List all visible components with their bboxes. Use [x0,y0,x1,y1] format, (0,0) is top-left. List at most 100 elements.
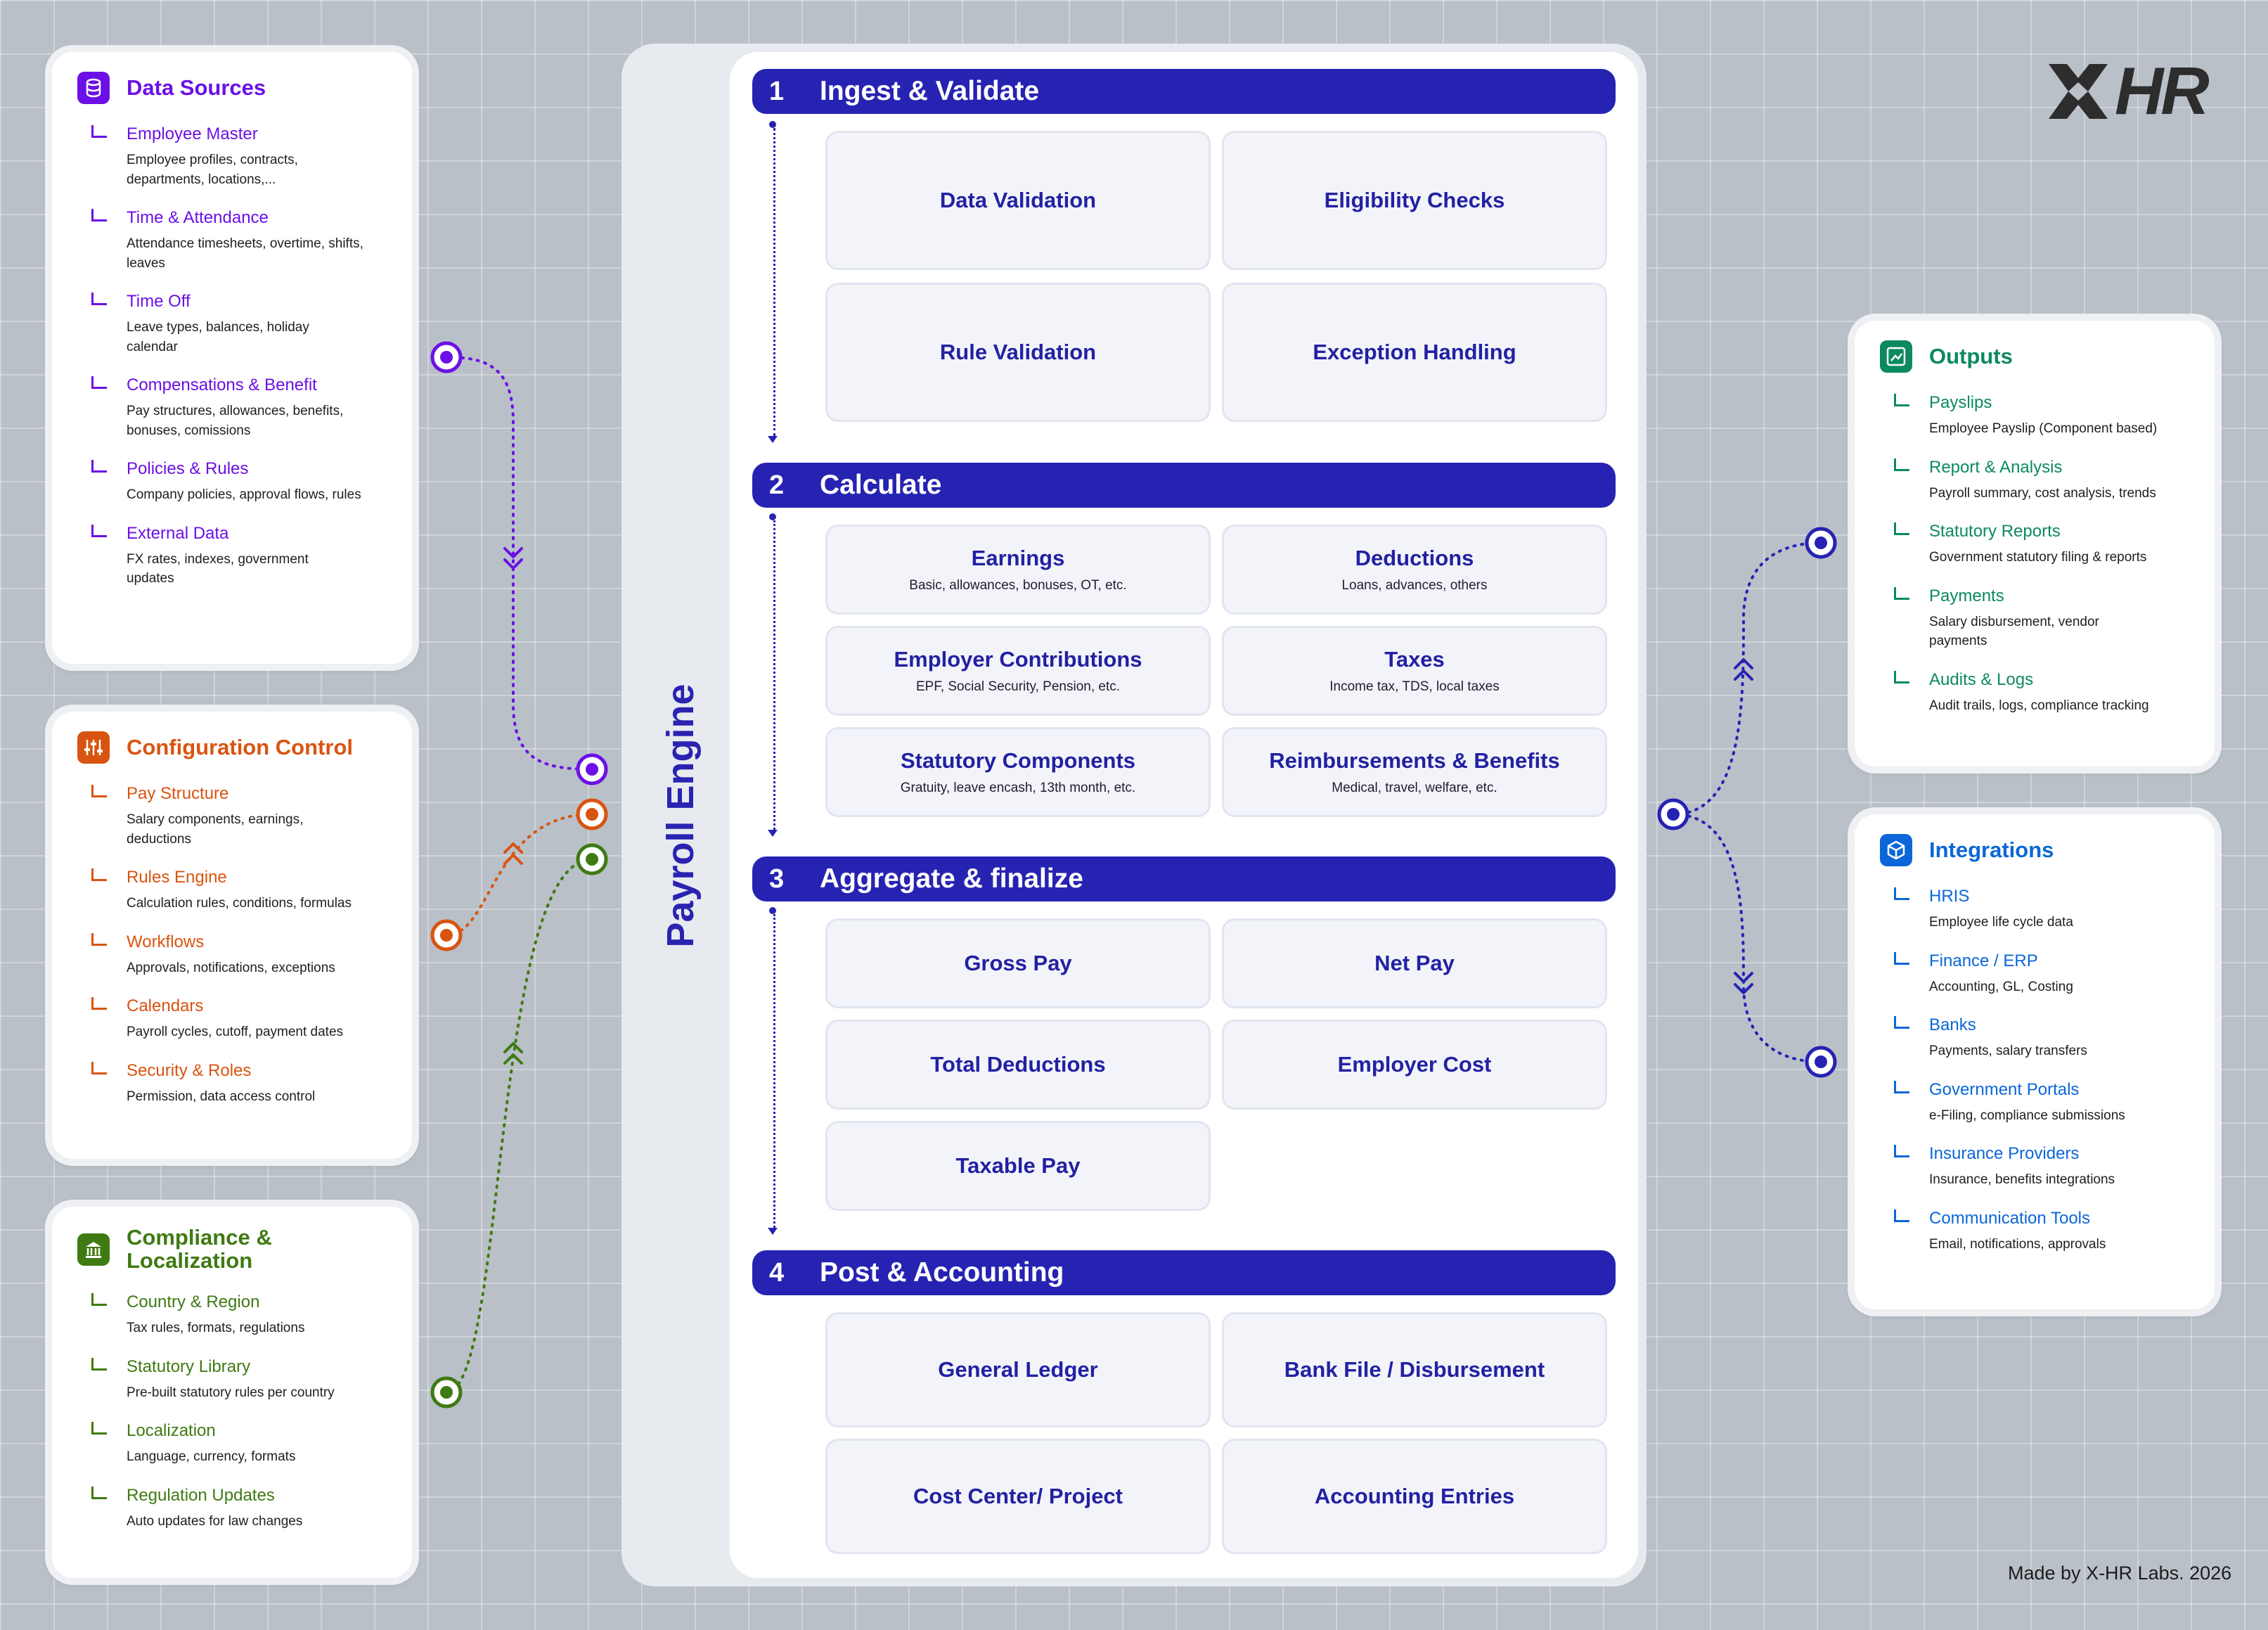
sliders-icon [77,731,110,764]
list-item[interactable]: Report & Analysis Payroll summary, cost a… [1880,457,2189,503]
list-item[interactable]: Pay Structure Salary components, earnings… [77,783,387,849]
engine-input-node-green [576,843,608,875]
outputs-node [1805,527,1837,559]
x-logo-icon [2049,64,2108,119]
process-tile[interactable]: Gross Pay [825,918,1211,1008]
list: Pay Structure Salary components, earnings… [77,783,387,1106]
list-item[interactable]: Payments Salary disbursement, vendor paym… [1880,586,2189,651]
card-title: Outputs [1929,343,2013,368]
card-title: Configuration Control [127,734,353,759]
list-item[interactable]: Time Off Leave types, balances, holiday c… [77,291,387,357]
list: Employee Master Employee profiles, contra… [77,124,387,589]
stage-header: 4 Post & Accounting [752,1250,1616,1295]
list-item[interactable]: External Data FX rates, indexes, governme… [77,523,387,589]
integrations-card: Integrations HRIS Employee life cycle dat… [1848,807,2222,1316]
stage-title: Aggregate & finalize [820,864,1083,894]
process-tile[interactable]: Net Pay [1222,918,1607,1008]
list-item[interactable]: Workflows Approvals, notifications, excep… [77,932,387,978]
process-tile[interactable]: Bank File / Disbursement [1222,1312,1607,1427]
list-item[interactable]: Communication Tools Email, notifications,… [1880,1208,2189,1254]
list: Country & Region Tax rules, formats, regu… [77,1292,387,1531]
list-item[interactable]: Calendars Payroll cycles, cutoff, payment… [77,996,387,1042]
cube-icon [1880,834,1912,866]
process-tile[interactable]: Total Deductions [825,1020,1211,1110]
list-item[interactable]: Country & Region Tax rules, formats, regu… [77,1292,387,1338]
timeline-line [773,128,775,436]
list-item[interactable]: Insurance Providers Insurance, benefits i… [1880,1143,2189,1190]
engine-input-node-purple [576,753,608,785]
stage-header: 2 Calculate [752,463,1616,508]
logo-text: HR [2115,53,2210,129]
timeline-dot [769,907,776,914]
stage-header: 1 Ingest & Validate [752,69,1616,114]
stage-title: Post & Accounting [820,1257,1064,1288]
compliance-localization-card: Compliance & Localization Country & Regi… [45,1200,419,1585]
data-sources-node [430,341,463,373]
integrations-node [1805,1046,1837,1078]
footer-credit: Made by X-HR Labs. 2026 [2008,1562,2232,1584]
list-item[interactable]: Statutory Reports Government statutory fi… [1880,521,2189,567]
outputs-card: Outputs Payslips Employee Payslip (Compon… [1848,314,2222,774]
list-item[interactable]: Statutory Library Pre-built statutory rul… [77,1356,387,1403]
down-chevron-icon [503,547,523,570]
process-tile[interactable]: Exception Handling [1222,283,1607,422]
configuration-node [430,919,463,951]
process-tile[interactable]: Accounting Entries [1222,1439,1607,1554]
chart-icon [1880,340,1912,373]
bank-icon [77,1233,110,1266]
list-item[interactable]: Government Portals e-Filing, compliance s… [1880,1079,2189,1126]
engine-input-node-orange [576,798,608,830]
process-tile[interactable]: Eligibility Checks [1222,131,1607,270]
stage-title: Ingest & Validate [820,76,1040,106]
stage-number: 2 [769,470,785,500]
list-item[interactable]: Audits & Logs Audit trails, logs, complia… [1880,669,2189,716]
arrow-down-icon [768,830,778,837]
process-tile[interactable]: General Ledger [825,1312,1211,1427]
process-tile[interactable]: Statutory Components Gratuity, leave enca… [825,727,1211,817]
arrow-down-icon [768,1228,778,1235]
list-item[interactable]: Payslips Employee Payslip (Component base… [1880,392,2189,439]
process-tile[interactable]: Rule Validation [825,283,1211,422]
card-title: Data Sources [127,75,266,100]
list-item[interactable]: Security & Roles Permission, data access … [77,1060,387,1107]
process-tile[interactable]: Deductions Loans, advances, others [1222,525,1607,615]
timeline-line [773,520,775,830]
card-title: Compliance & Localization [127,1225,272,1273]
process-tile[interactable]: Cost Center/ Project [825,1439,1211,1554]
list-item[interactable]: Rules Engine Calculation rules, condition… [77,867,387,913]
process-tile[interactable]: Employer Cost [1222,1020,1607,1110]
process-tile[interactable]: Employer Contributions EPF, Social Securi… [825,626,1211,716]
list-item[interactable]: Compensations & Benefit Pay structures, a… [77,375,387,440]
engine-output-node [1657,798,1689,830]
list-item[interactable]: Regulation Updates Auto updates for law c… [77,1485,387,1532]
list-item[interactable]: Time & Attendance Attendance timesheets, … [77,207,387,273]
stage-number: 3 [769,864,785,894]
list: HRIS Employee life cycle data Finance / E… [1880,886,2189,1254]
configuration-control-card: Configuration Control Pay Structure Salar… [45,705,419,1166]
process-tile[interactable]: Earnings Basic, allowances, bonuses, OT, … [825,525,1211,615]
stage-number: 4 [769,1257,785,1288]
process-tile[interactable]: Data Validation [825,131,1211,270]
list-item[interactable]: HRIS Employee life cycle data [1880,886,2189,932]
card-title: Integrations [1929,837,2054,862]
timeline-dot [769,121,776,128]
list-item[interactable]: Localization Language, currency, formats [77,1420,387,1467]
process-tile[interactable]: Taxable Pay [825,1121,1211,1211]
process-tile[interactable]: Reimbursements & Benefits Medical, travel… [1222,727,1607,817]
list: Payslips Employee Payslip (Component base… [1880,392,2189,715]
list-item[interactable]: Employee Master Employee profiles, contra… [77,124,387,189]
arrow-down-icon [768,436,778,443]
list-item[interactable]: Banks Payments, salary transfers [1880,1015,2189,1061]
timeline-line [773,914,775,1228]
stage-title: Calculate [820,470,942,500]
list-item[interactable]: Policies & Rules Company policies, approv… [77,458,387,505]
timeline-dot [769,513,776,520]
list-item[interactable]: Finance / ERP Accounting, GL, Costing [1880,951,2189,997]
stage-number: 1 [769,76,785,106]
stage-header: 3 Aggregate & finalize [752,856,1616,901]
process-tile[interactable]: Taxes Income tax, TDS, local taxes [1222,626,1607,716]
compliance-node [430,1376,463,1408]
up-chevron-icon [503,1042,523,1065]
database-icon [77,72,110,104]
logo: HR [2049,53,2210,129]
